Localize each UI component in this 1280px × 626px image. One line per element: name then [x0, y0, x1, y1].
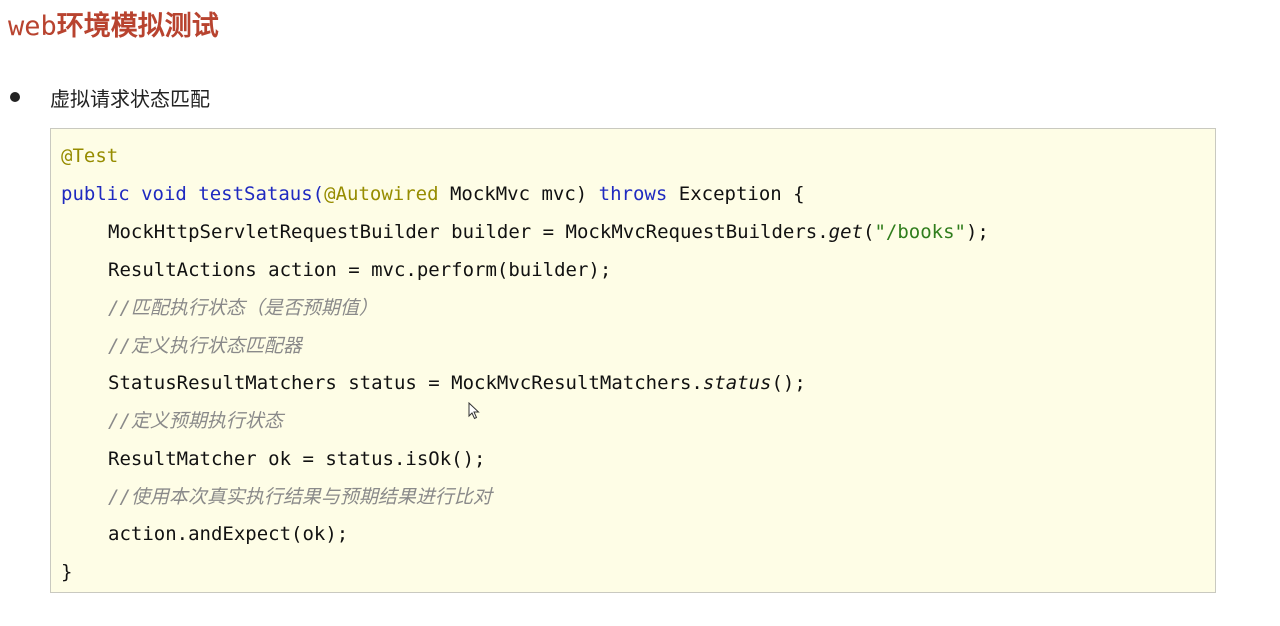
code-comment-2: //定义执行状态匹配器	[108, 335, 302, 357]
code-line-matcher: ResultMatcher ok = status.isOk();	[108, 448, 486, 470]
bullet-dot-icon	[10, 92, 20, 102]
page-title-text: 环境模拟测试	[56, 11, 219, 42]
code-line-close: }	[61, 561, 73, 583]
code-line-status: StatusResultMatchers status = MockMvcRes…	[108, 368, 806, 398]
get-call: get	[828, 221, 863, 243]
mouse-pointer-icon	[468, 402, 480, 420]
code-line-builder: MockHttpServletRequestBuilder builder = …	[108, 217, 989, 247]
status-decl: StatusResultMatchers status = MockMvcRes…	[108, 372, 703, 394]
bullet-text: 虚拟请求状态匹配	[50, 86, 210, 111]
string-books: "/books"	[874, 221, 966, 243]
code-comment-1: //匹配执行状态（是否预期值）	[108, 297, 378, 319]
bullet-item: 虚拟请求状态匹配	[10, 84, 210, 111]
code-line-action: ResultActions action = mvc.perform(build…	[108, 259, 612, 281]
code-block: @Test public void testSataus(@Autowired …	[50, 128, 1216, 593]
code-line-signature: public void testSataus(@Autowired MockMv…	[61, 179, 805, 209]
status-call: status	[702, 372, 772, 394]
signature-end: Exception {	[667, 183, 805, 205]
page-title-prefix: web	[8, 11, 57, 42]
get-paren: (	[862, 221, 875, 243]
method-name: testSataus(	[198, 183, 325, 205]
code-comment-3: //定义预期执行状态	[108, 410, 283, 432]
code-line-expect: action.andExpect(ok);	[108, 523, 349, 545]
page-title: web环境模拟测试	[8, 4, 219, 43]
keyword-public-void: public void	[61, 183, 199, 205]
annotation-autowired: @Autowired	[324, 183, 439, 205]
code-line-annotation: @Test	[61, 141, 118, 171]
builder-end: );	[965, 221, 989, 243]
code-comment-4: //使用本次真实执行结果与预期结果进行比对	[108, 486, 492, 508]
status-end: ();	[771, 372, 806, 394]
keyword-throws: throws	[598, 183, 668, 205]
builder-decl: MockHttpServletRequestBuilder builder = …	[108, 221, 829, 243]
method-param: MockMvc mvc)	[438, 183, 599, 205]
annotation-test: @Test	[61, 145, 119, 167]
